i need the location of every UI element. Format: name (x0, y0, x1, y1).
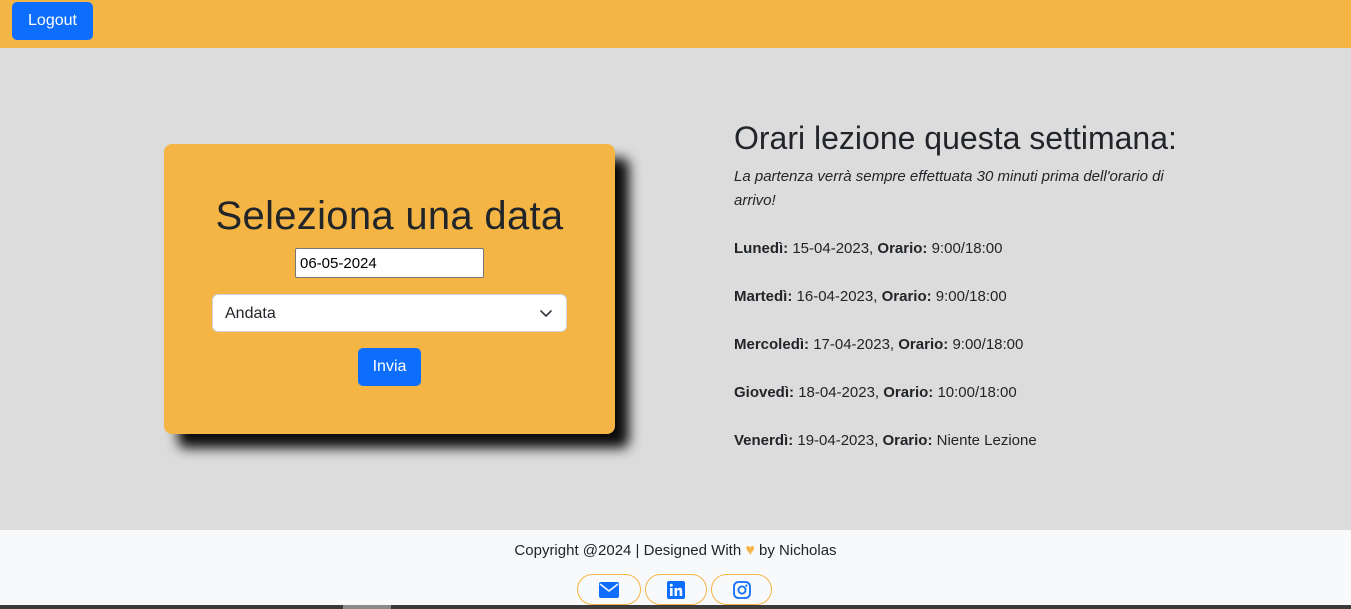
direction-select-value: Andata (225, 305, 276, 322)
day-time: Niente Lezione (936, 432, 1037, 449)
day-name: Lunedì: (734, 240, 789, 257)
horizontal-scrollbar[interactable] (0, 605, 1351, 609)
chevron-down-icon (540, 310, 552, 317)
day-date: 18-04-2023, (798, 384, 880, 401)
email-link[interactable] (577, 574, 641, 605)
day-time: 10:00/18:00 (937, 384, 1017, 401)
schedule-day: Mercoledì: 17-04-2023, Orario: 9:00/18:0… (734, 333, 1214, 357)
date-selection-card: Seleziona una data 06-05-2024 Andata Inv… (164, 144, 615, 434)
time-label: Orario: (881, 288, 932, 305)
day-name: Giovedì: (734, 384, 795, 401)
day-date: 15-04-2023, (792, 240, 874, 257)
schedule-day: Martedì: 16-04-2023, Orario: 9:00/18:00 (734, 285, 1214, 309)
envelope-icon (599, 581, 619, 598)
instagram-icon (732, 580, 751, 599)
day-time: 9:00/18:00 (931, 240, 1003, 257)
copyright-suffix: by Nicholas (759, 542, 837, 559)
copyright-text: Copyright @2024 | Designed With ♥ by Nic… (0, 542, 1351, 560)
date-input[interactable]: 06-05-2024 (295, 248, 484, 278)
time-label: Orario: (877, 240, 928, 257)
heart-icon: ♥ (745, 542, 755, 559)
day-time: 9:00/18:00 (952, 336, 1024, 353)
copyright-prefix: Copyright @2024 | Designed With (514, 542, 742, 559)
footer: Copyright @2024 | Designed With ♥ by Nic… (0, 530, 1351, 609)
scrollbar-thumb[interactable] (343, 605, 391, 609)
day-date: 17-04-2023, (813, 336, 895, 353)
schedule-day: Giovedì: 18-04-2023, Orario: 10:00/18:00 (734, 381, 1214, 405)
top-navbar: Logout (0, 0, 1351, 48)
submit-button[interactable]: Invia (358, 348, 421, 386)
time-label: Orario: (882, 432, 933, 449)
time-label: Orario: (898, 336, 949, 353)
logout-button[interactable]: Logout (12, 2, 93, 40)
day-name: Martedì: (734, 288, 793, 305)
day-date: 16-04-2023, (796, 288, 878, 305)
direction-select[interactable]: Andata (212, 294, 567, 332)
linkedin-link[interactable] (645, 574, 707, 605)
schedule-note: La partenza verrà sempre effettuata 30 m… (734, 168, 1164, 209)
instagram-link[interactable] (711, 574, 772, 605)
schedule-section: Orari lezione questa settimana: La parte… (734, 120, 1214, 453)
schedule-title: Orari lezione questa settimana: (734, 120, 1177, 156)
schedule-day: Venerdì: 19-04-2023, Orario: Niente Lezi… (734, 429, 1214, 453)
day-time: 9:00/18:00 (935, 288, 1007, 305)
day-name: Venerdì: (734, 432, 794, 449)
time-label: Orario: (883, 384, 934, 401)
linkedin-icon (667, 580, 685, 599)
day-name: Mercoledì: (734, 336, 810, 353)
schedule-day: Lunedì: 15-04-2023, Orario: 9:00/18:00 (734, 237, 1214, 261)
card-title: Seleziona una data (215, 194, 564, 238)
day-date: 19-04-2023, (797, 432, 879, 449)
